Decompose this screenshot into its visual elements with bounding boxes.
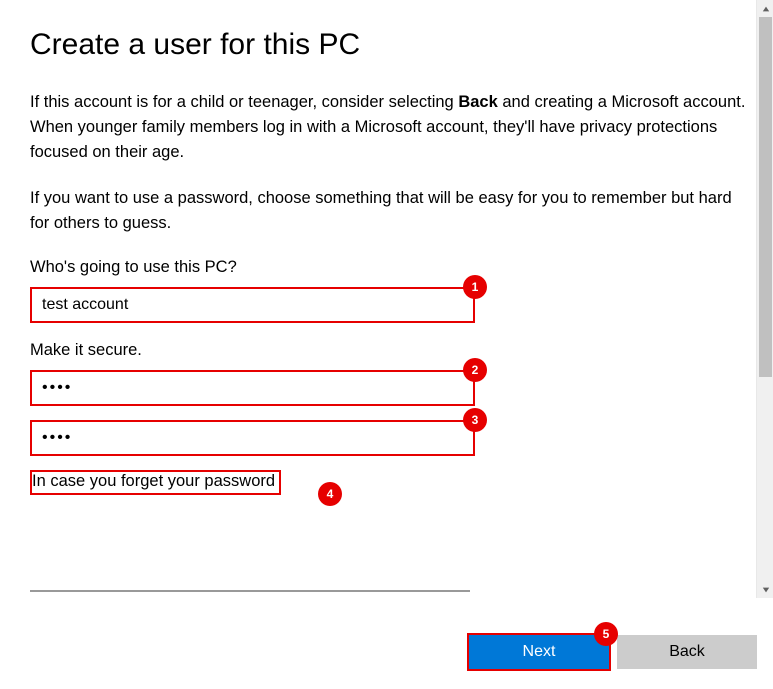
description-paragraph-1: If this account is for a child or teenag… bbox=[30, 90, 750, 164]
annotation-badge-5: 5 bbox=[594, 622, 618, 646]
forgot-label-wrap: In case you forget your password 4 bbox=[30, 470, 330, 495]
annotation-badge-1: 1 bbox=[463, 275, 487, 299]
scroll-up-arrow[interactable] bbox=[757, 0, 773, 17]
annotation-badge-3: 3 bbox=[463, 408, 487, 432]
username-input[interactable] bbox=[30, 287, 475, 323]
username-field-wrap: 1 bbox=[30, 287, 475, 323]
annotation-badge-2: 2 bbox=[463, 358, 487, 382]
next-button[interactable]: Next bbox=[469, 635, 609, 669]
vertical-scrollbar[interactable] bbox=[756, 0, 773, 598]
desc-text: If this account is for a child or teenag… bbox=[30, 93, 458, 111]
confirm-password-input[interactable] bbox=[30, 420, 475, 456]
password-input[interactable] bbox=[30, 370, 475, 406]
secure-label: Make it secure. bbox=[30, 341, 750, 360]
confirm-password-field-wrap: 3 bbox=[30, 420, 475, 456]
main-content: Create a user for this PC If this accoun… bbox=[30, 28, 750, 495]
scroll-down-arrow[interactable] bbox=[757, 581, 773, 598]
security-question-field-edge bbox=[30, 590, 470, 592]
back-button[interactable]: Back bbox=[617, 635, 757, 669]
scroll-thumb[interactable] bbox=[759, 17, 772, 377]
annotation-badge-4: 4 bbox=[318, 482, 342, 506]
description-paragraph-2: If you want to use a password, choose so… bbox=[30, 186, 750, 236]
button-bar: Next 5 Back bbox=[469, 635, 757, 669]
desc-back-bold: Back bbox=[458, 93, 497, 111]
page-title: Create a user for this PC bbox=[30, 28, 750, 62]
forgot-password-label: In case you forget your password bbox=[30, 470, 281, 495]
password-field-wrap: 2 bbox=[30, 370, 475, 406]
next-button-wrap: Next 5 bbox=[469, 635, 609, 669]
who-label: Who's going to use this PC? bbox=[30, 258, 750, 277]
